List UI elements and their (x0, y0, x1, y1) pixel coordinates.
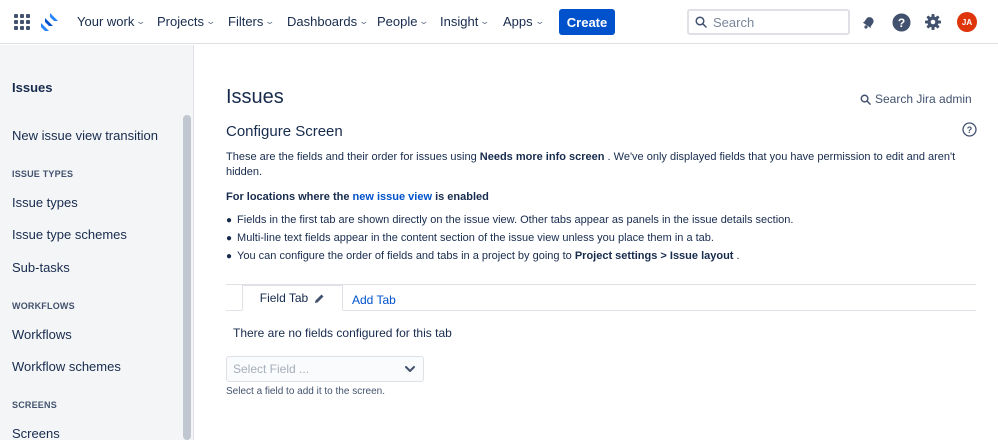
sidebar-item-issue-types[interactable]: Issue types (12, 195, 78, 210)
bullet-icon: ● (226, 215, 233, 226)
avatar[interactable]: JA (957, 12, 977, 32)
sidebar-heading-workflows: WORKFLOWS (12, 301, 75, 311)
chevron-down-icon: ⌄ (264, 16, 276, 26)
create-button[interactable]: Create (559, 9, 615, 35)
sidebar-title: Issues (12, 80, 53, 95)
list-item: ● Multi-line text fields appear in the co… (226, 231, 793, 249)
nav-people[interactable]: People ⌄ (377, 14, 430, 29)
nav-insight-label: Insight (440, 14, 479, 29)
sidebar-item-workflow-schemes[interactable]: Workflow schemes (12, 359, 121, 374)
loc-prefix: For locations where the (226, 191, 350, 203)
sidebar: Issues New issue view transition ISSUE T… (0, 45, 194, 440)
help-icon[interactable]: ? (891, 12, 911, 32)
info-bullet-list: ● Fields in the first tab are shown direc… (226, 213, 793, 267)
bullet-prefix: You can configure the order of fields an… (237, 250, 572, 262)
select-field-placeholder: Select Field ... (233, 362, 310, 376)
section-title: Configure Screen (226, 123, 343, 140)
nav-projects[interactable]: Projects ⌄ (157, 14, 217, 29)
list-item: ● Fields in the first tab are shown direc… (226, 213, 793, 231)
bullet-bold: Project settings > Issue layout (574, 250, 734, 262)
nav-people-label: People (377, 14, 418, 29)
locations-heading: For locations where the new issue view i… (226, 191, 489, 203)
nav-filters[interactable]: Filters ⌄ (228, 14, 276, 29)
page-title: Issues (226, 86, 284, 108)
nav-dashboards-label: Dashboards (287, 14, 358, 29)
sidebar-heading-issue-types: ISSUE TYPES (12, 169, 74, 179)
sidebar-heading-screens: SCREENS (12, 400, 57, 410)
bullet-text: Multi-line text fields appear in the con… (237, 232, 714, 244)
nav-apps[interactable]: Apps ⌄ (503, 14, 545, 29)
help-circle-icon[interactable]: ? (962, 122, 977, 137)
bullet-icon: ● (226, 233, 233, 244)
top-navigation: Your work ⌄ Projects ⌄ Filters ⌄ Dashboards… (0, 0, 998, 44)
sidebar-item-workflows[interactable]: Workflows (12, 327, 72, 342)
nav-your-work[interactable]: Your work ⌄ (77, 14, 147, 29)
list-item: ● You can configure the order of fields a… (226, 249, 793, 267)
notifications-icon[interactable] (859, 12, 879, 32)
chevron-down-icon: ⌄ (479, 16, 491, 26)
chevron-down-icon (405, 365, 415, 372)
chevron-down-icon: ⌄ (418, 16, 430, 26)
nav-filters-label: Filters (228, 14, 264, 29)
app-switcher-icon[interactable] (14, 14, 30, 30)
jira-logo-icon[interactable] (40, 12, 60, 32)
svg-text:?: ? (967, 125, 973, 135)
sidebar-item-sub-tasks[interactable]: Sub-tasks (12, 260, 70, 275)
empty-tab-message: There are no fields configured for this … (233, 326, 452, 340)
nav-dashboards[interactable]: Dashboards ⌄ (287, 14, 370, 29)
sidebar-scrollbar[interactable] (183, 115, 191, 440)
nav-your-work-label: Your work (77, 14, 135, 29)
desc-screen-name: Needs more info screen (479, 151, 605, 163)
new-issue-view-link[interactable]: new issue view (353, 191, 432, 203)
bullet-icon: ● (226, 251, 233, 262)
chevron-down-icon: ⌄ (534, 16, 545, 26)
search-icon (695, 16, 707, 28)
tab-field-tab[interactable]: Field Tab (242, 285, 343, 311)
settings-icon[interactable] (923, 12, 943, 32)
search-jira-admin-link[interactable]: Search Jira admin (860, 92, 972, 106)
sidebar-item-issue-type-schemes[interactable]: Issue type schemes (12, 227, 127, 242)
pencil-icon[interactable] (314, 293, 325, 304)
svg-text:?: ? (897, 16, 904, 30)
screen-description: These are the fields and their order for… (226, 150, 978, 180)
select-field-help-text: Select a field to add it to the screen. (226, 386, 385, 397)
sidebar-item-screens[interactable]: Screens (12, 426, 60, 440)
tab-field-tab-label: Field Tab (259, 291, 309, 305)
bullet-text: Fields in the first tab are shown direct… (237, 214, 794, 226)
desc-prefix: These are the fields and their order for… (226, 151, 477, 163)
bullet-suffix: . (736, 250, 740, 262)
select-field-dropdown[interactable]: Select Field ... (226, 356, 424, 382)
search-input[interactable] (713, 14, 833, 30)
nav-projects-label: Projects (157, 14, 204, 29)
search-icon (860, 94, 871, 105)
search-jira-admin-label: Search Jira admin (875, 92, 972, 106)
sidebar-item-new-issue-view-transition[interactable]: New issue view transition (12, 128, 158, 143)
nav-insight[interactable]: Insight ⌄ (440, 14, 491, 29)
add-tab-link[interactable]: Add Tab (352, 293, 396, 307)
loc-suffix: is enabled (435, 191, 489, 203)
chevron-down-icon: ⌄ (135, 16, 147, 26)
chevron-down-icon: ⌄ (358, 16, 370, 26)
chevron-down-icon: ⌄ (205, 16, 217, 26)
nav-apps-label: Apps (503, 14, 533, 29)
main-content: Issues Search Jira admin Configure Scree… (195, 45, 998, 440)
search-box[interactable] (687, 9, 850, 35)
